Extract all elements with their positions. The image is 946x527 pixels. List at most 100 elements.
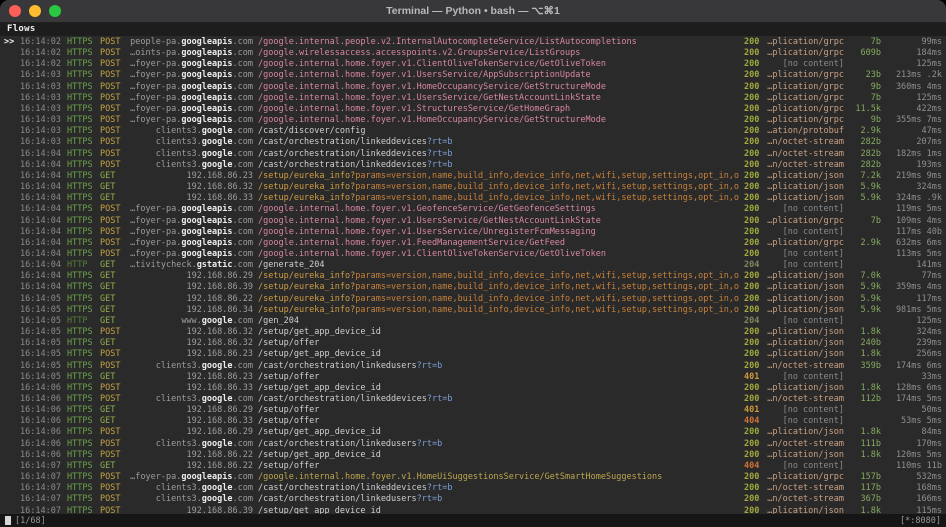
- flow-row[interactable]: 16:14:04 HTTPS GET 192.168.86.23 /setup/…: [4, 171, 942, 182]
- flow-list[interactable]: >> 16:14:02 HTTPS POST people-pa.googlea…: [0, 36, 946, 514]
- flow-method: POST: [100, 383, 124, 394]
- flow-row[interactable]: 16:14:04 HTTPS POST …foyer-pa.googleapis…: [4, 249, 942, 260]
- flow-row[interactable]: 16:14:04 HTTPS POST …foyer-pa.googleapis…: [4, 216, 942, 227]
- flow-row[interactable]: 16:14:05 HTTP GET www.google.com /gen_20…: [4, 316, 942, 327]
- flow-size: 11.5k: [849, 104, 881, 115]
- flow-scheme: HTTPS: [67, 361, 95, 372]
- flow-method: POST: [100, 472, 124, 483]
- close-button[interactable]: [9, 5, 21, 17]
- selection-marker: [4, 104, 15, 115]
- flow-content-type: [no content]: [766, 405, 844, 416]
- flow-size: [849, 316, 881, 327]
- flow-row[interactable]: 16:14:06 HTTPS GET 192.168.86.29 /setup/…: [4, 405, 942, 416]
- flow-method: GET: [100, 405, 124, 416]
- flow-method: POST: [100, 160, 124, 171]
- flow-row[interactable]: 16:14:07 HTTPS POST clients3.google.com …: [4, 483, 942, 494]
- flow-row[interactable]: 16:14:04 HTTPS POST …foyer-pa.googleapis…: [4, 227, 942, 238]
- selection-marker: [4, 294, 15, 305]
- flow-duration: 182ms 1ms: [886, 149, 942, 160]
- flow-row[interactable]: 16:14:02 HTTPS POST …foyer-pa.googleapis…: [4, 59, 942, 70]
- flow-row[interactable]: >> 16:14:02 HTTPS POST people-pa.googlea…: [4, 37, 942, 48]
- flow-row[interactable]: 16:14:03 HTTPS POST …foyer-pa.googleapis…: [4, 93, 942, 104]
- flow-row[interactable]: 16:14:03 HTTPS POST clients3.google.com …: [4, 137, 942, 148]
- flow-host: …oints-pa.googleapis.com: [129, 48, 253, 59]
- flow-size: 282b: [849, 149, 881, 160]
- flow-row[interactable]: 16:14:02 HTTPS POST …oints-pa.googleapis…: [4, 48, 942, 59]
- flow-time: 16:14:05: [20, 338, 62, 349]
- flow-row[interactable]: 16:14:03 HTTPS POST clients3.google.com …: [4, 126, 942, 137]
- flow-row[interactable]: 16:14:04 HTTPS GET 192.168.86.32 /setup/…: [4, 182, 942, 193]
- flow-path: /cast/orchestration/linkedusers?rt=b: [258, 439, 739, 450]
- flow-host: 192.168.86.32: [129, 338, 253, 349]
- flow-row[interactable]: 16:14:06 HTTPS GET 192.168.86.33 /setup/…: [4, 416, 942, 427]
- flow-row[interactable]: 16:14:05 HTTPS POST 192.168.86.32 /setup…: [4, 327, 942, 338]
- flows-tab[interactable]: Flows: [0, 23, 946, 36]
- flow-row[interactable]: 16:14:05 HTTPS POST clients3.google.com …: [4, 361, 942, 372]
- flow-row[interactable]: 16:14:07 HTTPS GET 192.168.86.22 /setup/…: [4, 461, 942, 472]
- flow-row[interactable]: 16:14:03 HTTPS POST …foyer-pa.googleapis…: [4, 104, 942, 115]
- flow-scheme: HTTPS: [67, 394, 95, 405]
- flow-size: [849, 461, 881, 472]
- flow-scheme: HTTPS: [67, 439, 95, 450]
- flow-status-code: 200: [744, 82, 761, 93]
- flow-duration: 359ms 4ms: [886, 282, 942, 293]
- flow-content-type: [no content]: [766, 260, 844, 271]
- flow-size: 9b: [849, 115, 881, 126]
- flow-time: 16:14:05: [20, 361, 62, 372]
- minimize-button[interactable]: [29, 5, 41, 17]
- flow-row[interactable]: 16:14:03 HTTPS POST …foyer-pa.googleapis…: [4, 82, 942, 93]
- flow-status-code: 200: [744, 361, 761, 372]
- flow-row[interactable]: 16:14:05 HTTPS GET 192.168.86.32 /setup/…: [4, 338, 942, 349]
- flow-path: /setup/get_app_device_id: [258, 427, 739, 438]
- flow-scheme: HTTPS: [67, 372, 95, 383]
- flow-host: 192.168.86.32: [129, 182, 253, 193]
- flow-row[interactable]: 16:14:04 HTTP GET …tivitycheck.gstatic.c…: [4, 260, 942, 271]
- flow-row[interactable]: 16:14:04 HTTPS GET 192.168.86.29 /setup/…: [4, 271, 942, 282]
- flow-time: 16:14:03: [20, 93, 62, 104]
- flow-content-type: …plication/grpc: [766, 37, 844, 48]
- flow-method: POST: [100, 227, 124, 238]
- flow-row[interactable]: 16:14:04 HTTPS POST …foyer-pa.googleapis…: [4, 204, 942, 215]
- flow-method: POST: [100, 37, 124, 48]
- flow-row[interactable]: 16:14:05 HTTPS GET 192.168.86.22 /setup/…: [4, 294, 942, 305]
- flow-row[interactable]: 16:14:04 HTTPS GET 192.168.86.33 /setup/…: [4, 193, 942, 204]
- flow-scheme: HTTPS: [67, 338, 95, 349]
- flow-content-type: [no content]: [766, 227, 844, 238]
- flow-row[interactable]: 16:14:03 HTTPS POST …foyer-pa.googleapis…: [4, 115, 942, 126]
- flow-row[interactable]: 16:14:06 HTTPS POST 192.168.86.22 /setup…: [4, 450, 942, 461]
- flow-method: POST: [100, 427, 124, 438]
- flow-row[interactable]: 16:14:06 HTTPS POST clients3.google.com …: [4, 394, 942, 405]
- flow-row[interactable]: 16:14:05 HTTPS GET 192.168.86.34 /setup/…: [4, 305, 942, 316]
- flow-row[interactable]: 16:14:05 HTTPS GET 192.168.86.23 /setup/…: [4, 372, 942, 383]
- flow-method: POST: [100, 361, 124, 372]
- flow-row[interactable]: 16:14:07 HTTPS POST clients3.google.com …: [4, 494, 942, 505]
- flow-method: GET: [100, 416, 124, 427]
- flow-host: clients3.google.com: [129, 149, 253, 160]
- flow-status-code: 200: [744, 59, 761, 70]
- flow-size: [849, 416, 881, 427]
- flow-row[interactable]: 16:14:04 HTTPS POST clients3.google.com …: [4, 160, 942, 171]
- flow-size: 7b: [849, 93, 881, 104]
- flow-path: /setup/get_app_device_id: [258, 506, 739, 514]
- flow-row[interactable]: 16:14:07 HTTPS POST …foyer-pa.googleapis…: [4, 472, 942, 483]
- flow-size: [849, 59, 881, 70]
- flow-row[interactable]: 16:14:04 HTTPS POST …foyer-pa.googleapis…: [4, 238, 942, 249]
- flow-host: 192.168.86.34: [129, 305, 253, 316]
- flow-row[interactable]: 16:14:06 HTTPS POST clients3.google.com …: [4, 439, 942, 450]
- flow-size: [849, 227, 881, 238]
- flow-duration: 532ms: [886, 472, 942, 483]
- flow-row[interactable]: 16:14:05 HTTPS POST 192.168.86.23 /setup…: [4, 349, 942, 360]
- flow-status-code: 200: [744, 37, 761, 48]
- flow-row[interactable]: 16:14:04 HTTPS POST clients3.google.com …: [4, 149, 942, 160]
- flow-row[interactable]: 16:14:06 HTTPS POST 192.168.86.33 /setup…: [4, 383, 942, 394]
- flow-row[interactable]: 16:14:06 HTTPS POST 192.168.86.29 /setup…: [4, 427, 942, 438]
- flow-row[interactable]: 16:14:04 HTTPS GET 192.168.86.39 /setup/…: [4, 282, 942, 293]
- selection-marker: [4, 361, 15, 372]
- flow-row[interactable]: 16:14:07 HTTPS POST 192.168.86.39 /setup…: [4, 506, 942, 514]
- flow-duration: 174ms 5ms: [886, 394, 942, 405]
- flow-scheme: HTTPS: [67, 204, 95, 215]
- title-bar[interactable]: Terminal — Python • bash — ⌥⌘1: [0, 0, 946, 23]
- flow-duration: 360ms 4ms: [886, 82, 942, 93]
- flow-row[interactable]: 16:14:03 HTTPS POST …foyer-pa.googleapis…: [4, 70, 942, 81]
- zoom-button[interactable]: [49, 5, 61, 17]
